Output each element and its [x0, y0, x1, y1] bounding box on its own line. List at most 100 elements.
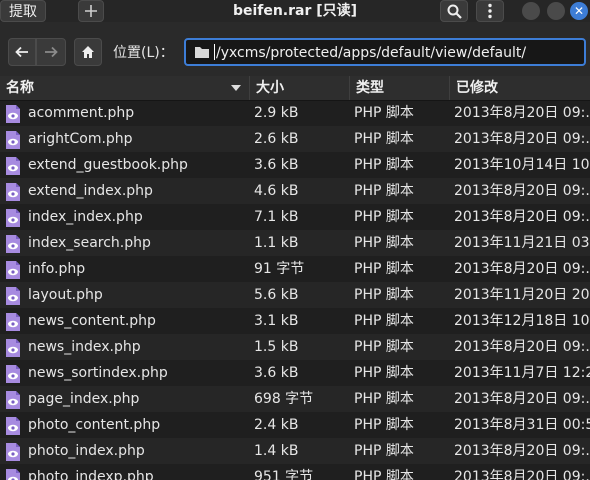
column-name[interactable]: 名称 [0, 76, 250, 100]
sort-descending-icon [231, 85, 241, 91]
location-label: 位置(L)： [113, 45, 174, 61]
file-size: 2.9 kB [254, 105, 299, 121]
file-row[interactable]: arightCom.php 2.6 kB PHP 脚本 2013年8月20日 09:.… [0, 126, 590, 152]
file-size: 4.6 kB [254, 183, 299, 199]
file-type: PHP 脚本 [354, 313, 414, 329]
file-name: news_content.php [28, 313, 156, 329]
file-modified: 2013年8月20日 09:... [454, 443, 590, 459]
php-file-icon [5, 105, 21, 123]
file-size: 951 字节 [254, 469, 314, 480]
column-type-label: 类型 [356, 80, 384, 96]
column-header: 名称 大小 类型 已修改 [0, 76, 590, 101]
file-size: 2.4 kB [254, 417, 299, 433]
file-type: PHP 脚本 [354, 391, 414, 407]
home-button[interactable] [74, 38, 102, 66]
file-size: 3.6 kB [254, 157, 299, 173]
file-modified: 2013年11月7日 12:28 [454, 365, 590, 381]
back-button[interactable] [8, 38, 36, 66]
file-row[interactable]: extend_index.php 4.6 kB PHP 脚本 2013年8月20日 0… [0, 178, 590, 204]
file-size: 1.1 kB [254, 235, 299, 251]
file-name: news_sortindex.php [28, 365, 168, 381]
file-size: 5.6 kB [254, 287, 299, 303]
php-file-icon [5, 365, 21, 383]
file-modified: 2013年11月21日 03:19 [454, 235, 590, 251]
file-size: 698 字节 [254, 391, 314, 407]
file-size: 1.5 kB [254, 339, 299, 355]
close-icon: ✕ [573, 4, 585, 18]
file-size: 2.6 kB [254, 131, 299, 147]
file-type: PHP 脚本 [354, 287, 414, 303]
file-row[interactable]: info.php 91 字节 PHP 脚本 2013年8月20日 09:... [0, 256, 590, 282]
file-row[interactable]: extend_guestbook.php 3.6 kB PHP 脚本 2013年10月… [0, 152, 590, 178]
column-type[interactable]: 类型 [350, 76, 450, 100]
arrow-right-icon [45, 46, 58, 58]
file-modified: 2013年8月20日 09:... [454, 105, 590, 121]
file-name: arightCom.php [28, 131, 133, 147]
file-size: 3.1 kB [254, 313, 299, 329]
close-button[interactable]: ✕ [570, 2, 588, 20]
file-name: photo_index.php [28, 443, 145, 459]
file-row[interactable]: news_content.php 3.1 kB PHP 脚本 2013年12月18日 … [0, 308, 590, 334]
file-row[interactable]: index_index.php 7.1 kB PHP 脚本 2013年8月20日 09… [0, 204, 590, 230]
forward-button[interactable] [36, 38, 66, 66]
file-name: photo_content.php [28, 417, 161, 433]
php-file-icon [5, 235, 21, 253]
file-size: 91 字节 [254, 261, 305, 277]
file-modified: 2013年8月20日 09:... [454, 209, 590, 225]
file-modified: 2013年8月20日 09:... [454, 261, 590, 277]
column-modified-label: 已修改 [456, 80, 498, 96]
file-type: PHP 脚本 [354, 417, 414, 433]
php-file-icon [5, 313, 21, 331]
file-modified: 2013年11月20日 20... [454, 287, 590, 303]
php-file-icon [5, 157, 21, 175]
menu-button[interactable] [476, 0, 504, 22]
file-name: extend_index.php [28, 183, 153, 199]
file-row[interactable]: page_index.php 698 字节 PHP 脚本 2013年8月20日 09:… [0, 386, 590, 412]
arrow-left-icon [15, 46, 28, 58]
file-row[interactable]: acomment.php 2.9 kB PHP 脚本 2013年8月20日 09:..… [0, 100, 590, 126]
location-input[interactable]: /yxcms/protected/apps/default/view/defau… [184, 38, 586, 66]
file-row[interactable]: photo_index.php 1.4 kB PHP 脚本 2013年8月20日 09… [0, 438, 590, 464]
file-name: photo_indexp.php [28, 469, 154, 480]
file-name: index_search.php [28, 235, 151, 251]
file-row[interactable]: index_search.php 1.1 kB PHP 脚本 2013年11月21日 … [0, 230, 590, 256]
column-size[interactable]: 大小 [250, 76, 350, 100]
php-file-icon [5, 209, 21, 227]
file-type: PHP 脚本 [354, 339, 414, 355]
location-path: /yxcms/protected/apps/default/view/defau… [216, 45, 527, 61]
minimize-button[interactable] [522, 2, 540, 20]
file-row[interactable]: photo_content.php 2.4 kB PHP 脚本 2013年8月31日 … [0, 412, 590, 438]
file-modified: 2013年8月20日 09:... [454, 391, 590, 407]
file-type: PHP 脚本 [354, 443, 414, 459]
php-file-icon [5, 417, 21, 435]
php-file-icon [5, 469, 21, 480]
file-row[interactable]: layout.php 5.6 kB PHP 脚本 2013年11月20日 20... [0, 282, 590, 308]
file-name: page_index.php [28, 391, 140, 407]
column-size-label: 大小 [256, 80, 284, 96]
file-type: PHP 脚本 [354, 105, 414, 121]
maximize-button[interactable] [547, 2, 565, 20]
php-file-icon [5, 261, 21, 279]
file-name: acomment.php [28, 105, 135, 121]
file-modified: 2013年8月31日 00:57 [454, 417, 590, 433]
file-row[interactable]: news_index.php 1.5 kB PHP 脚本 2013年8月20日 09:… [0, 334, 590, 360]
file-type: PHP 脚本 [354, 157, 414, 173]
column-name-label: 名称 [6, 80, 34, 96]
file-type: PHP 脚本 [354, 235, 414, 251]
search-button[interactable] [440, 0, 468, 22]
file-name: extend_guestbook.php [28, 157, 188, 173]
column-modified[interactable]: 已修改 [450, 76, 590, 100]
file-size: 3.6 kB [254, 365, 299, 381]
file-name: news_index.php [28, 339, 141, 355]
file-size: 7.1 kB [254, 209, 299, 225]
file-modified: 2013年8月20日 09:... [454, 469, 590, 480]
php-file-icon [5, 443, 21, 461]
php-file-icon [5, 391, 21, 409]
title-bar: 提取 beifen.rar [只读] ✕ [0, 0, 590, 22]
file-row[interactable]: photo_indexp.php 951 字节 PHP 脚本 2013年8月20日 0… [0, 464, 590, 480]
search-icon [447, 4, 462, 19]
home-icon [82, 46, 94, 58]
file-row[interactable]: news_sortindex.php 3.6 kB PHP 脚本 2013年11月7日… [0, 360, 590, 386]
file-type: PHP 脚本 [354, 365, 414, 381]
file-size: 1.4 kB [254, 443, 299, 459]
